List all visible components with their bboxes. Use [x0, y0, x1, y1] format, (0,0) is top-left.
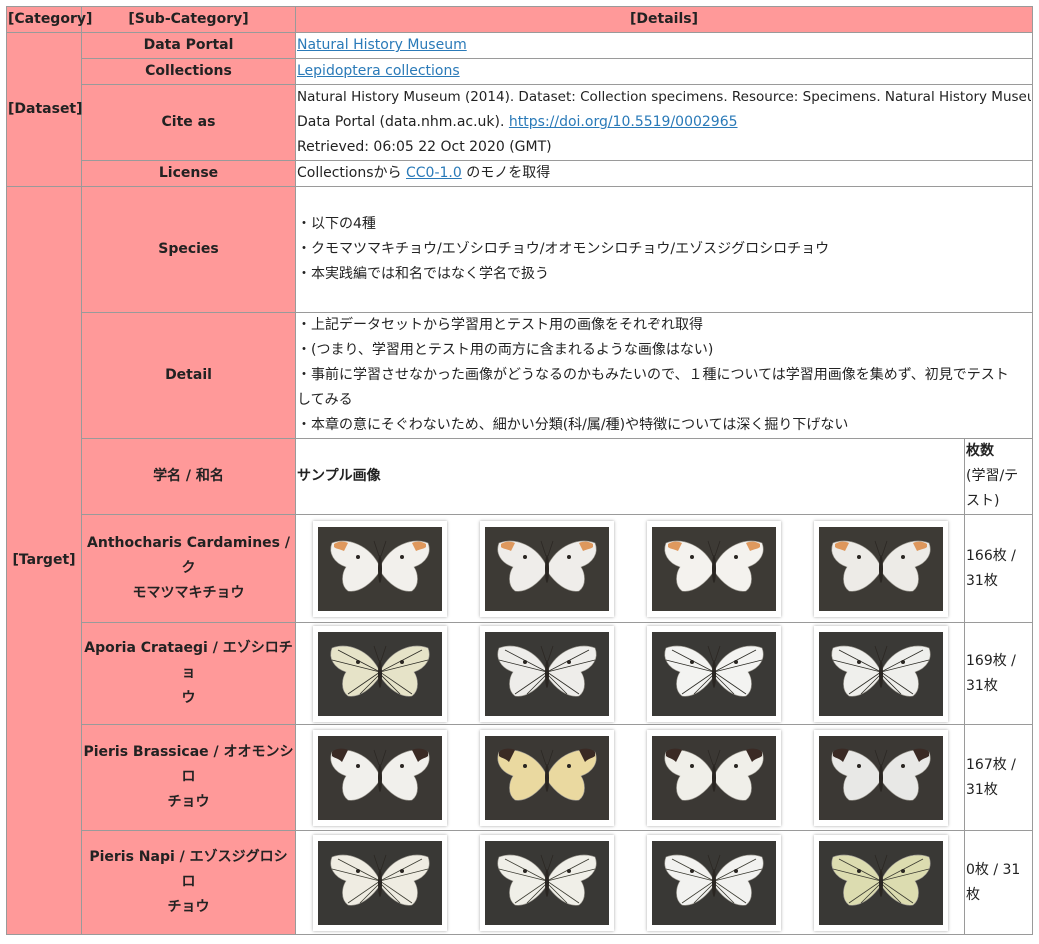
license-prefix: Collectionsから: [297, 165, 406, 181]
species-value: ・以下の4種 ・クモマツマキチョウ/エゾシロチョウ/オオモンシロチョウ/エゾスジ…: [294, 186, 1034, 313]
count-line-2: 31枚: [966, 781, 998, 798]
detail-line: してみる: [297, 392, 353, 408]
sample-column-header: サンプル画像: [295, 438, 965, 515]
species-line: ・本実践編では和名ではなく学名で扱う: [297, 266, 549, 282]
count-header-line-3: スト): [966, 493, 1000, 509]
cite-line-1: Natural History Museum (2014). Dataset: …: [297, 89, 1032, 105]
image-count: 167枚 / 31枚: [963, 724, 1034, 831]
count-header-line-1: 枚数: [966, 443, 994, 459]
species-name-line-2: チョウ: [167, 794, 210, 810]
species-name: Pieris Brassicae / オオモンシロチョウ: [81, 724, 296, 831]
species-name: Aporia Crataegi / エゾシロチョウ: [81, 622, 296, 725]
collections-value: Lepidoptera collections: [294, 58, 1034, 85]
butterfly-specimen-image: [479, 625, 614, 722]
species-name: Pieris Napi / エゾスジグロシロチョウ: [81, 830, 296, 935]
species-name-line-2: モマツマキチョウ: [132, 585, 245, 601]
image-count: 169枚 / 31枚: [963, 622, 1034, 725]
detail-line: ・上記データセットから学習用とテスト用の画像をそれぞれ取得: [297, 317, 703, 333]
subcategory-header: [Sub-Category]: [81, 6, 296, 33]
butterfly-specimen-image: [312, 625, 447, 722]
license-suffix: のモノを取得: [461, 165, 551, 181]
butterfly-specimen-image: [813, 729, 948, 826]
collections-link[interactable]: Lepidoptera collections: [297, 63, 460, 79]
species-name-line-1: Pieris Napi / エゾスジグロシロ: [89, 849, 288, 890]
count-line-2: 31枚: [966, 572, 998, 589]
cite-label: Cite as: [81, 84, 296, 161]
count-column-header: 枚数 (学習/テ スト): [963, 438, 1034, 515]
count-line-1: 167枚 /: [966, 756, 1016, 773]
species-name-line-1: Aporia Crataegi / エゾシロチョ: [84, 640, 293, 681]
detail-line: ・本章の意にそぐわないため、細かい分類(科/属/種)や特徴については深く掘り下げ…: [297, 417, 849, 433]
portal-value: Natural History Museum: [294, 32, 1034, 59]
butterfly-specimen-image: [479, 834, 614, 931]
butterfly-specimen-image: [646, 834, 781, 931]
doi-link[interactable]: https://doi.org/10.5519/0002965: [509, 114, 738, 130]
image-count: 0枚 / 31 枚: [963, 830, 1034, 935]
detail-label: Detail: [81, 312, 296, 439]
species-label: Species: [81, 186, 296, 313]
butterfly-specimen-image: [312, 729, 447, 826]
count-header-line-2: (学習/テ: [966, 468, 1019, 484]
dataset-table: [Category] [Sub-Category] [Details] [Dat…: [6, 6, 1034, 935]
butterfly-specimen-image: [479, 729, 614, 826]
details-header: [Details]: [294, 6, 1034, 33]
species-row: Pieris Brassicae / オオモンシロチョウ 167枚 / 31枚: [7, 724, 1034, 831]
license-link[interactable]: CC0-1.0: [406, 165, 462, 181]
butterfly-specimen-image: [813, 834, 948, 931]
sample-images: [295, 514, 965, 623]
sample-images: [295, 830, 965, 935]
dataset-category: [Dataset]: [6, 32, 83, 187]
species-row: Pieris Napi / エゾスジグロシロチョウ 0枚 / 31 枚: [7, 830, 1034, 935]
target-category: [Target]: [6, 186, 82, 935]
cite-line-2: Data Portal (data.nhm.ac.uk). https://do…: [297, 110, 1031, 135]
detail-line: ・(つまり、学習用とテスト用の両方に含まれるような画像はない): [297, 342, 714, 358]
count-line-1: 0枚 / 31: [966, 861, 1021, 878]
cite-line-2-text: Data Portal (data.nhm.ac.uk).: [297, 114, 509, 130]
cite-value: Natural History Museum (2014). Dataset: …: [294, 84, 1034, 161]
butterfly-specimen-image: [646, 625, 781, 722]
count-line-1: 166枚 /: [966, 547, 1016, 564]
species-name: Anthocharis Cardamines / クモマツマキチョウ: [81, 514, 296, 623]
butterfly-specimen-image: [312, 520, 447, 617]
species-name-line-2: チョウ: [167, 899, 210, 915]
detail-line: ・事前に学習させなかった画像がどうなるのかもみたいので、１種については学習用画像…: [297, 367, 1009, 383]
species-name-line-1: Anthocharis Cardamines / ク: [87, 535, 290, 576]
species-name-line-1: Pieris Brassicae / オオモンシロ: [83, 744, 294, 785]
butterfly-specimen-image: [479, 520, 614, 617]
license-label: License: [81, 160, 296, 187]
portal-link[interactable]: Natural History Museum: [297, 37, 467, 53]
species-row: Aporia Crataegi / エゾシロチョウ 169枚 / 31枚: [7, 622, 1034, 725]
image-count: 166枚 / 31枚: [963, 514, 1034, 623]
species-name-line-2: ウ: [181, 690, 196, 706]
butterfly-specimen-image: [646, 520, 781, 617]
detail-value: ・上記データセットから学習用とテスト用の画像をそれぞれ取得 ・(つまり、学習用と…: [294, 312, 1034, 439]
sample-images: [295, 724, 965, 831]
butterfly-specimen-image: [646, 729, 781, 826]
category-header: [Category]: [6, 6, 92, 33]
butterfly-specimen-image: [813, 625, 948, 722]
count-line-2: 31枚: [966, 677, 998, 694]
butterfly-specimen-image: [813, 520, 948, 617]
count-line-2: 枚: [966, 886, 980, 903]
count-line-1: 169枚 /: [966, 652, 1016, 669]
species-line: ・クモマツマキチョウ/エゾシロチョウ/オオモンシロチョウ/エゾスジグロシロチョウ: [297, 241, 830, 257]
butterfly-specimen-image: [312, 834, 447, 931]
sample-images: [295, 622, 965, 725]
species-row: Anthocharis Cardamines / クモマツマキチョウ 166枚 …: [7, 514, 1034, 623]
name-column-header: 学名 / 和名: [81, 438, 296, 515]
portal-label: Data Portal: [81, 32, 296, 59]
species-line: ・以下の4種: [297, 216, 376, 232]
collections-label: Collections: [81, 58, 296, 85]
cite-line-3: Retrieved: 06:05 22 Oct 2020 (GMT): [297, 139, 552, 155]
license-value: Collectionsから CC0-1.0 のモノを取得: [294, 160, 1034, 187]
